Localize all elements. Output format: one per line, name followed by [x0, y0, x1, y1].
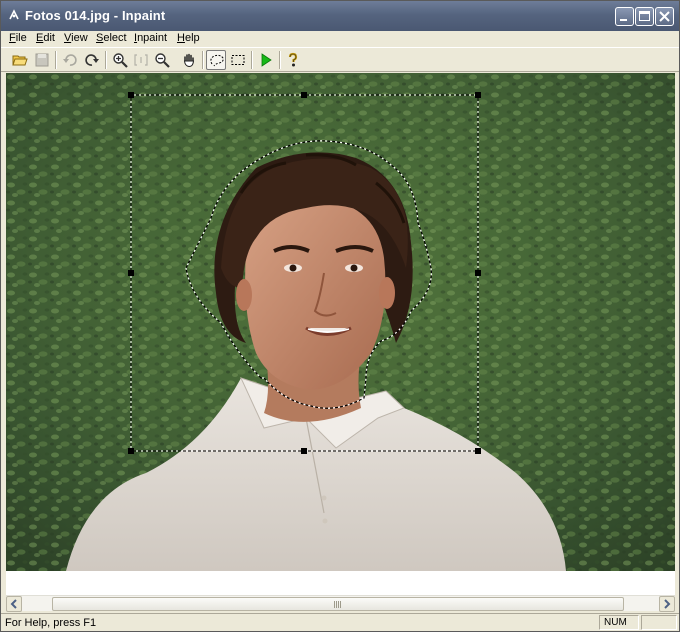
help-button[interactable]: [283, 50, 303, 70]
status-indicator-pane: [641, 615, 677, 630]
run-inpaint-button[interactable]: [256, 50, 276, 70]
selection-handle: [475, 270, 481, 276]
help-icon: [288, 52, 298, 67]
chevron-left-icon: [10, 599, 17, 609]
selection-handle: [301, 448, 307, 454]
menu-help[interactable]: Help: [177, 32, 200, 44]
canvas-empty-area: [6, 571, 675, 595]
close-icon: [659, 11, 670, 22]
zoom-fit-button[interactable]: [131, 50, 151, 70]
zoom-in-icon: [113, 53, 128, 68]
zoom-in-button[interactable]: [110, 50, 130, 70]
lasso-select-button[interactable]: [206, 50, 226, 70]
rect-select-button[interactable]: [228, 50, 248, 70]
zoom-out-button[interactable]: [152, 50, 172, 70]
menu-bar: File Edit View Select Inpaint Help: [1, 31, 679, 47]
selection-handle: [128, 92, 134, 98]
image-canvas[interactable]: [6, 73, 675, 571]
menu-view[interactable]: View: [64, 32, 88, 44]
zoom-out-icon: [155, 53, 170, 68]
grip-icon: [334, 601, 342, 608]
close-button[interactable]: [655, 7, 674, 26]
scroll-left-button[interactable]: [6, 596, 22, 612]
minimize-button[interactable]: [615, 7, 634, 26]
pan-button[interactable]: [179, 50, 199, 70]
toolbar-separator: [55, 51, 57, 69]
window-title: Fotos 014.jpg - Inpaint: [25, 8, 166, 23]
scroll-thumb[interactable]: [52, 597, 624, 611]
lasso-select-icon: [210, 54, 224, 67]
app-logo-icon: [9, 9, 19, 20]
rect-select-icon: [231, 55, 245, 65]
toolbar-separator: [279, 51, 281, 69]
title-bar[interactable]: Fotos 014.jpg - Inpaint: [1, 1, 679, 31]
maximize-icon: [639, 11, 650, 21]
toolbar-separator: [105, 51, 107, 69]
selection-handle: [128, 270, 134, 276]
undo-icon: [63, 54, 77, 66]
save-button[interactable]: [32, 50, 52, 70]
selection-handle: [301, 92, 307, 98]
hand-pan-icon: [183, 53, 195, 68]
menu-inpaint[interactable]: Inpaint: [134, 32, 167, 44]
num-lock-indicator: NUM: [599, 615, 639, 630]
redo-icon: [85, 54, 99, 66]
toolbar-separator: [202, 51, 204, 69]
open-folder-icon: [12, 55, 28, 66]
status-bar: For Help, press F1 NUM: [1, 613, 679, 631]
scroll-right-button[interactable]: [659, 596, 675, 612]
app-window: Fotos 014.jpg - Inpaint File Edit View S…: [0, 0, 680, 632]
open-button[interactable]: [10, 50, 30, 70]
status-message: For Help, press F1: [5, 617, 97, 629]
zoom-fit-icon: [134, 54, 148, 66]
menu-select[interactable]: Select: [96, 32, 127, 44]
maximize-button[interactable]: [635, 7, 654, 26]
selection-handle: [475, 92, 481, 98]
chevron-right-icon: [664, 599, 671, 609]
minimize-icon: [620, 19, 627, 21]
selection-handle: [475, 448, 481, 454]
menu-edit[interactable]: Edit: [36, 32, 55, 44]
toolbar: [1, 47, 679, 72]
save-icon: [35, 53, 49, 67]
selection-handle: [128, 448, 134, 454]
toolbar-separator: [251, 51, 253, 69]
undo-button[interactable]: [60, 50, 80, 70]
horizontal-scrollbar[interactable]: [6, 595, 675, 612]
menu-file[interactable]: File: [9, 32, 27, 44]
redo-button[interactable]: [82, 50, 102, 70]
photo-image: [6, 73, 675, 571]
run-inpaint-icon: [261, 53, 272, 67]
